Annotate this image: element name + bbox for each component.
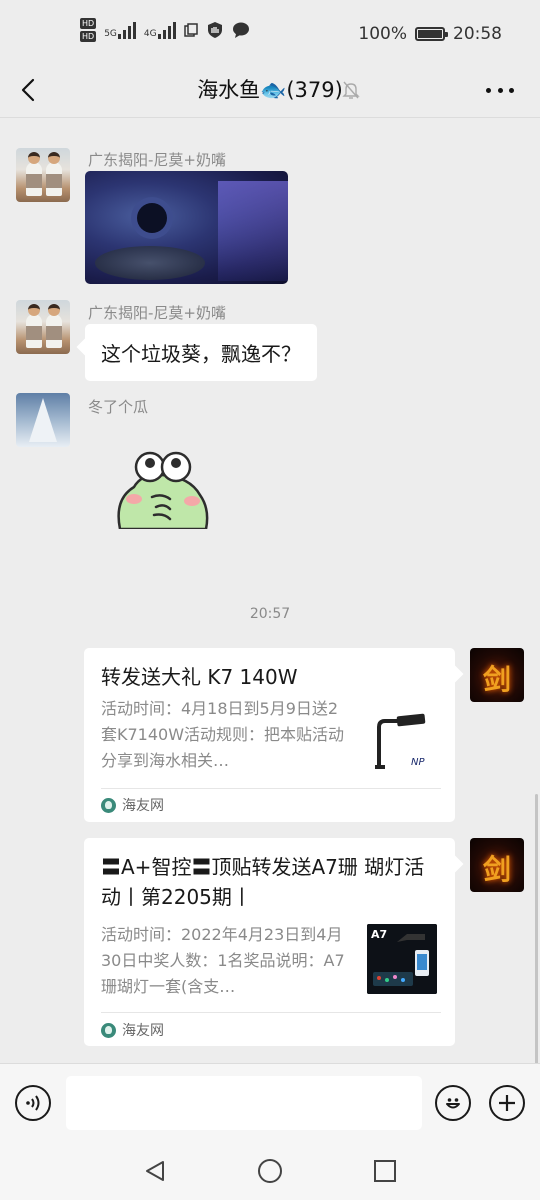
status-bar: HD HD 5G 4G 100% 20:58 [0,0,540,64]
shield-hand-icon [207,22,222,38]
image-glow [218,181,288,281]
source-icon [101,1022,116,1038]
battery-fill [418,30,442,38]
avatar-figure-head [28,152,40,164]
circle-home-icon [258,1159,282,1183]
sender-name: 广东揭阳-尼莫+奶嘴 [88,304,226,322]
signal-bars-icon [117,21,136,39]
card-source-name: 海友网 [122,1023,164,1039]
image-hole [137,203,167,233]
scrollbar[interactable] [535,794,538,1063]
card-source-name: 海友网 [122,798,164,814]
card-source: 海友网 [101,795,164,815]
text-message[interactable]: 这个垃圾葵，飘逸不？ [85,324,317,381]
system-home-button[interactable] [257,1158,283,1184]
voice-icon [26,1095,40,1111]
thumb-brand: NP [411,757,425,768]
signal-5g: 5G [104,21,136,39]
emoji-button[interactable] [435,1085,471,1121]
copy-icon [183,23,198,37]
led-light-thumbnail: A7 [367,924,437,994]
message-input-bar [0,1063,540,1140]
card-source: 海友网 [101,1020,164,1040]
battery-icon [415,27,448,41]
avatar-figure [26,152,42,196]
avatar[interactable] [16,148,70,202]
card-divider [101,788,441,789]
avatar-figure-head [48,304,60,316]
sender-name: 广东揭阳-尼莫+奶嘴 [88,151,226,169]
signal-bars-icon [157,21,176,39]
card-description: 活动时间：2022年4月23日到4月30日中奖人数：1名奖品说明：A7珊瑚灯一套… [101,925,345,996]
avatar[interactable] [16,393,70,447]
hd-indicators: HD HD [80,18,97,42]
plus-icon [499,1095,515,1111]
sword-logo-text: 剑 [482,663,511,696]
signal-4g: 4G [144,21,176,39]
card-title: 〓A+智控〓顶贴转发送A7珊 瑚灯活动丨第2205期丨 [101,855,425,909]
led-light-thumbnail: NP [367,707,437,777]
hd-indicator: HD [80,18,97,29]
image-message[interactable] [85,171,288,284]
time-divider: 20:57 [249,606,291,622]
network-4g-label: 4G [143,29,157,39]
square-recents-icon [374,1160,396,1182]
status-icons-right: 100% 20:58 [358,24,502,44]
sender-name: 冬了个瓜 [88,398,149,416]
link-card[interactable]: 〓A+智控〓顶贴转发送A7珊 瑚灯活动丨第2205期丨 活动时间：2022年4月… [84,838,455,1046]
chat-header: 海水鱼🐟(379) [0,64,540,118]
status-icons-left: HD HD 5G 4G [80,18,250,42]
plus-button[interactable] [489,1085,525,1121]
emoji-icon [446,1098,460,1109]
system-back-button[interactable] [142,1158,168,1184]
network-5g-label: 5G [104,29,117,39]
avatar-figure [46,152,62,196]
more-options-button[interactable] [480,72,520,108]
clock: 20:58 [453,24,502,44]
thumb-label: A7 [371,928,387,941]
avatar[interactable]: 剑 [470,648,524,702]
avatar-figure-head [48,152,60,164]
voice-button[interactable] [15,1085,51,1121]
sword-logo-text: 剑 [482,853,511,886]
card-divider [101,1012,441,1013]
more-dot [497,87,503,93]
message-input[interactable] [66,1076,422,1130]
image-rock [95,246,205,280]
avatar-figure [26,304,42,348]
avatar-figure-head [28,304,40,316]
avatar[interactable]: 剑 [470,838,524,892]
avatar-figure-strap [46,326,62,340]
message-bubble-icon [232,22,249,38]
avatar-figure [46,304,62,348]
triangle-back-icon [146,1161,164,1181]
avatar-figure-strap [26,326,42,340]
avatar[interactable] [16,300,70,354]
system-recents-button[interactable] [372,1158,398,1184]
frog-sticker[interactable] [112,449,212,529]
chat-message-list[interactable]: 广东揭阳-尼莫+奶嘴 广东揭阳-尼莫+奶嘴 这个垃圾葵，飘逸不？ 冬了个瓜 20… [0,119,540,1063]
tree-shape [29,398,57,442]
chat-title: 海水鱼🐟(379) [197,78,343,102]
link-card[interactable]: 转发送大礼 K7 140W 活动时间：4月18日到5月9日送2套K7140W活动… [84,648,455,822]
battery-percent: 100% [358,24,407,44]
more-dot [509,87,514,93]
more-dots-icon [486,87,491,93]
card-description: 活动时间：4月18日到5月9日送2套K7140W活动规则：把本贴活动分享到海水相… [101,699,345,770]
system-navigation-bar [0,1140,540,1200]
source-icon [101,797,116,813]
avatar-figure-strap [46,174,62,188]
avatar-figure-strap [26,174,42,188]
hd-indicator: HD [80,31,97,42]
card-title: 转发送大礼 K7 140W [101,665,298,689]
bell-off-icon [342,81,360,99]
